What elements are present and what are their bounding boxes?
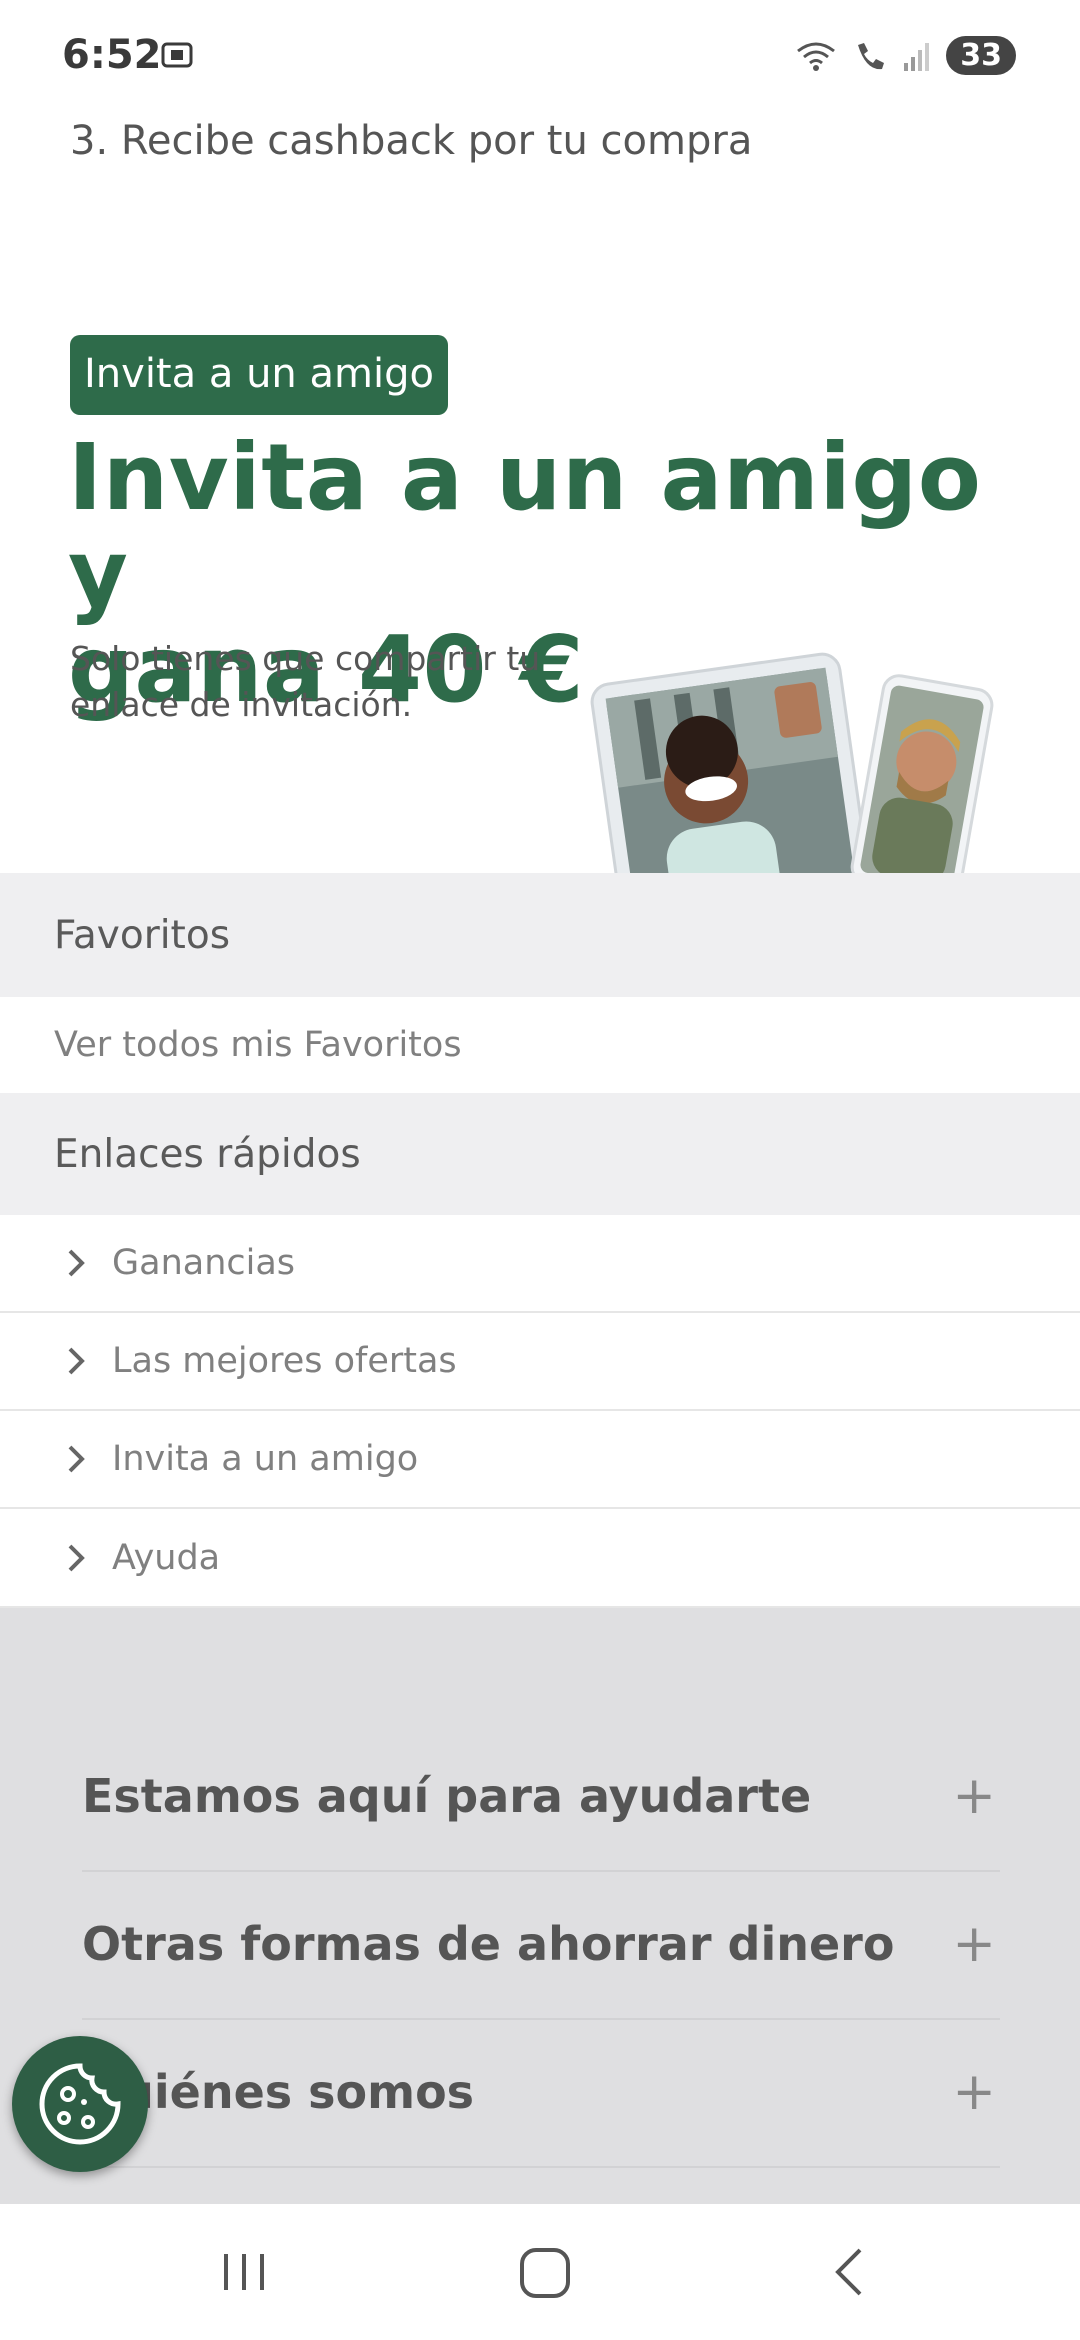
- quick-link-label: Ayuda: [112, 1537, 221, 1578]
- quick-link-help[interactable]: Ayuda: [0, 1509, 1080, 1608]
- chevron-right-icon: [68, 1544, 85, 1571]
- invite-subtitle: Solo tienes que compartir tu enlace de i…: [70, 636, 590, 728]
- battery-indicator: 33: [946, 36, 1016, 75]
- accordion-label: Estamos aquí para ayudarte: [82, 1769, 812, 1823]
- plus-icon: +: [952, 1914, 996, 1974]
- invite-subtitle-line1: Solo tienes que compartir tu: [70, 639, 541, 678]
- accordion-about-us[interactable]: Quiénes somos +: [82, 2018, 1000, 2168]
- quick-link-ganancias[interactable]: Ganancias: [0, 1215, 1080, 1313]
- wifi-call-icon: [858, 42, 885, 69]
- quick-links-header: Enlaces rápidos: [0, 1093, 1080, 1215]
- back-icon[interactable]: [822, 2244, 878, 2300]
- recent-apps-icon[interactable]: [216, 2244, 272, 2300]
- cashback-step-text: 3. Recibe cashback por tu compra: [70, 118, 753, 164]
- wifi-icon: [797, 42, 836, 71]
- signal-icon: [904, 42, 930, 71]
- invite-subtitle-line2: enlace de invitación.: [70, 685, 413, 724]
- quick-link-best-offers[interactable]: Las mejores ofertas: [0, 1313, 1080, 1411]
- status-time: 6:52: [62, 32, 162, 78]
- accordion-save-money[interactable]: Otras formas de ahorrar dinero +: [82, 1870, 1000, 2020]
- video-call-devices-illustration: [590, 652, 994, 874]
- plus-icon: +: [952, 1766, 996, 1826]
- cookie-icon: [39, 2063, 121, 2145]
- accordion-help[interactable]: Estamos aquí para ayudarte +: [82, 1722, 1000, 1872]
- favorites-header: Favoritos: [0, 873, 1080, 997]
- accordion-label: Otras formas de ahorrar dinero: [82, 1917, 895, 1971]
- invite-title-line1: Invita a un amigo y: [68, 424, 982, 627]
- chevron-right-icon: [68, 1445, 85, 1473]
- quick-link-label: Invita a un amigo: [112, 1439, 419, 1479]
- plus-icon: +: [952, 2062, 996, 2122]
- chevron-right-icon: [68, 1249, 85, 1277]
- invite-badge: Invita a un amigo: [70, 335, 448, 415]
- quick-link-invite-friend[interactable]: Invita a un amigo: [0, 1411, 1080, 1509]
- quick-link-label: Las mejores ofertas: [112, 1341, 457, 1381]
- status-icons: 33: [794, 36, 1016, 75]
- screenshot-indicator-icon: [161, 42, 193, 68]
- home-icon[interactable]: [516, 2244, 576, 2300]
- status-bar: 6:52 33: [0, 0, 1080, 118]
- cookie-settings-button[interactable]: [12, 2036, 148, 2172]
- chevron-right-icon: [68, 1347, 85, 1375]
- quick-link-label: Ganancias: [112, 1243, 296, 1283]
- view-all-favorites-link[interactable]: Ver todos mis Favoritos: [0, 997, 1080, 1093]
- navigation-bar: [0, 2204, 1080, 2340]
